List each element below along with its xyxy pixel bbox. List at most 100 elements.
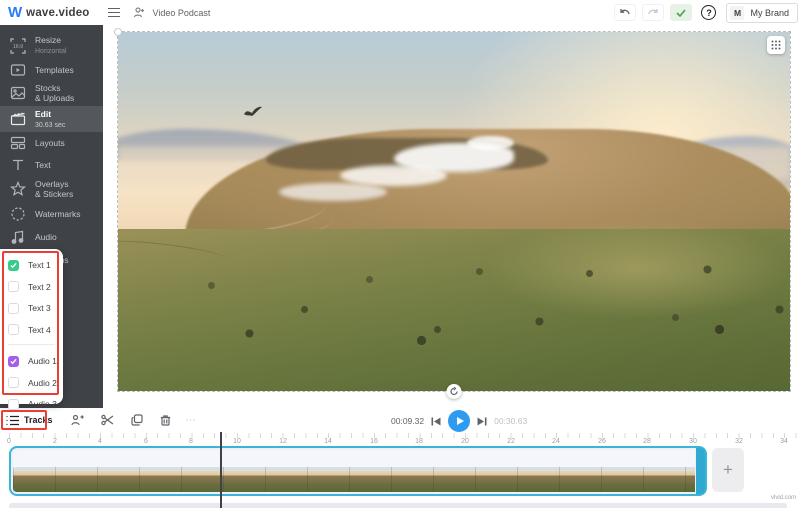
- invite-collaborator-icon[interactable]: [132, 7, 145, 18]
- ruler-label: 4: [98, 438, 102, 445]
- add-scene-button[interactable]: +: [712, 448, 744, 492]
- skip-to-end-icon[interactable]: [477, 417, 487, 426]
- save-confirm-button[interactable]: [670, 4, 692, 21]
- grass-warm-light: [488, 219, 790, 320]
- delete-trash-icon[interactable]: [160, 414, 171, 426]
- track-toggle-text-4[interactable]: Text 4: [8, 323, 63, 337]
- ruler-label: 2: [53, 438, 57, 445]
- wave-video-editor: W wave.video Video Podcast: [0, 0, 800, 508]
- redo-button[interactable]: [642, 4, 664, 21]
- clip-trim-handle[interactable]: [696, 448, 705, 494]
- topbar: W wave.video Video Podcast: [0, 0, 800, 25]
- checkbox-checked-icon[interactable]: [8, 260, 19, 271]
- templates-icon: [10, 62, 26, 78]
- track-toggle-text-2[interactable]: Text 2: [8, 280, 63, 294]
- ruler-label: 26: [598, 438, 606, 445]
- ruler-label: 14: [324, 438, 332, 445]
- track-toggle-text-3[interactable]: Text 3: [8, 301, 63, 315]
- sidebar-label: Stocks & Uploads: [35, 83, 74, 103]
- undo-button[interactable]: [614, 4, 636, 21]
- track-toggle-text-1[interactable]: Text 1: [8, 258, 63, 272]
- ruler-label: 28: [643, 438, 651, 445]
- audio-note-icon: [10, 229, 26, 245]
- track-toggle-audio-3[interactable]: Audio 3: [8, 397, 63, 411]
- ruler-label: 22: [507, 438, 515, 445]
- checkbox-icon[interactable]: [8, 281, 19, 292]
- sidebar-label: Watermarks: [35, 209, 81, 219]
- sidebar-item-audio[interactable]: Audio: [0, 225, 103, 248]
- sidebar-label: Edit 30.63 sec: [35, 109, 65, 130]
- sidebar-item-stocks-uploads[interactable]: Stocks & Uploads: [0, 80, 103, 106]
- sidebar-label: Text: [35, 160, 51, 170]
- sidebar-item-overlays-stickers[interactable]: Overlays & Stickers: [0, 176, 103, 202]
- sidebar-label: Layouts: [35, 138, 65, 148]
- clip-filmstrip-thumbnails: [13, 467, 695, 492]
- ruler-label: 0: [7, 438, 11, 445]
- drag-grid-icon[interactable]: [767, 36, 785, 54]
- duplicate-icon[interactable]: [131, 414, 143, 426]
- ruler-label: 32: [735, 438, 743, 445]
- layouts-icon: [10, 135, 26, 151]
- sidebar-label: Overlays & Stickers: [35, 179, 73, 199]
- ruler-label: 16: [370, 438, 378, 445]
- play-icon: [457, 417, 464, 425]
- resize-corner-handle[interactable]: [114, 28, 122, 36]
- logo-wordmark: wave.video: [26, 7, 89, 19]
- checkbox-icon[interactable]: [8, 324, 19, 335]
- sidebar-item-watermarks[interactable]: Watermarks: [0, 202, 103, 225]
- rotate-handle-icon[interactable]: [447, 384, 462, 399]
- resize-icon: 16:9: [10, 38, 26, 54]
- brand-selector[interactable]: M My Brand: [726, 3, 798, 23]
- total-duration: 00:30.63: [494, 416, 527, 426]
- timeline-audio-track[interactable]: [9, 503, 787, 508]
- wave-logo-icon: W: [8, 4, 21, 21]
- timeline-playhead[interactable]: [220, 430, 222, 508]
- checkbox-icon[interactable]: [8, 377, 19, 388]
- timeline-video-clip[interactable]: [9, 446, 707, 496]
- track-toggle-audio-1[interactable]: Audio 1: [8, 354, 63, 368]
- tracks-button[interactable]: Tracks: [6, 415, 53, 426]
- track-label: Text 3: [28, 303, 51, 313]
- play-button[interactable]: [448, 410, 470, 432]
- current-time: 00:09.32: [391, 416, 424, 426]
- video-frame-landscape: [118, 32, 790, 391]
- track-label: Audio 3: [28, 399, 57, 409]
- menu-icon[interactable]: [108, 8, 120, 17]
- ruler-label: 34: [780, 438, 788, 445]
- voiceover-person-icon[interactable]: [70, 414, 84, 426]
- ruler-label: 18: [415, 438, 423, 445]
- ruler-label: 8: [189, 438, 193, 445]
- split-scissors-icon[interactable]: [101, 414, 114, 426]
- track-label: Audio 2: [28, 378, 57, 388]
- more-options-button[interactable]: ⋯: [186, 415, 197, 426]
- sidebar-item-edit[interactable]: Edit 30.63 sec: [0, 106, 103, 132]
- brand-avatar: M: [730, 6, 744, 20]
- stocks-icon: [10, 85, 26, 101]
- checkbox-icon[interactable]: [8, 399, 19, 410]
- text-icon: [10, 157, 26, 173]
- sidebar-label: Audio: [35, 232, 57, 242]
- tracks-popup: Text 1 Text 2 Text 3 Text 4 Audio 1 Audi…: [0, 249, 63, 404]
- sidebar-item-text[interactable]: Text: [0, 154, 103, 176]
- checkbox-checked-icon[interactable]: [8, 356, 19, 367]
- checkbox-icon[interactable]: [8, 303, 19, 314]
- ruler-label: 20: [461, 438, 469, 445]
- track-toggle-audio-2[interactable]: Audio 2: [8, 376, 63, 390]
- track-label: Audio 1: [28, 356, 57, 366]
- transport-controls: 00:09.32 00:30.63: [391, 409, 527, 433]
- video-preview-canvas[interactable]: [117, 31, 791, 392]
- timeline: 0 2 4 6 8 10 12 14 16 18 20 22 24 26 28 …: [0, 432, 800, 508]
- track-label: Text 2: [28, 282, 51, 292]
- sidebar-item-templates[interactable]: Templates: [0, 59, 103, 80]
- sidebar-item-layouts[interactable]: Layouts: [0, 132, 103, 154]
- timeline-ruler[interactable]: 0 2 4 6 8 10 12 14 16 18 20 22 24 26 28 …: [0, 432, 800, 446]
- sidebar-item-resize[interactable]: 16:9 Resize Horizontal: [0, 32, 103, 59]
- track-label: Text 4: [28, 325, 51, 335]
- svg-text:16:9: 16:9: [13, 44, 23, 50]
- project-title[interactable]: Video Podcast: [153, 8, 211, 18]
- help-button[interactable]: ?: [701, 5, 716, 20]
- edit-clapperboard-icon: [10, 111, 26, 127]
- skip-to-start-icon[interactable]: [431, 417, 441, 426]
- watermark-icon: [10, 206, 26, 222]
- topbar-actions: ? M My Brand: [608, 0, 800, 25]
